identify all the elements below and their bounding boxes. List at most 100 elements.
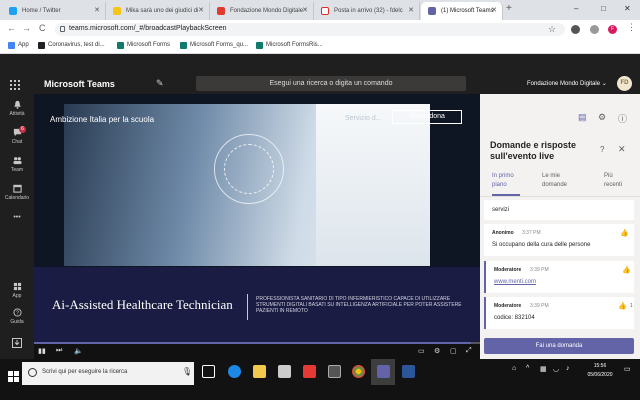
rail-item-activity[interactable]: Attività [0, 100, 34, 117]
progress-bar[interactable] [34, 342, 480, 344]
rail-item-chat[interactable]: 6 Chat [0, 126, 34, 145]
taskbar-clock[interactable]: 15:56 05/06/2020 [580, 362, 620, 380]
rail-label: Attività [9, 111, 25, 117]
settings-icon[interactable]: ⚙ [434, 347, 440, 355]
doctor-figure [316, 104, 430, 266]
app-icon[interactable] [303, 365, 316, 378]
rail-item-apps[interactable]: App [0, 282, 34, 299]
rail-item-calendar[interactable]: Calendario [0, 184, 34, 201]
bookmarks-bar: App Coronavirus, test di... Microsoft Fo… [0, 39, 640, 54]
browser-tab[interactable]: Fondazione Mondo Digitale ✕ [210, 2, 314, 20]
store-icon[interactable] [278, 365, 291, 378]
like-icon[interactable]: 👍 [622, 266, 631, 274]
bookmark-item[interactable]: Microsoft Forms_qu... [180, 42, 248, 49]
profile-avatar[interactable]: F [608, 25, 617, 34]
forms-icon [180, 42, 187, 49]
app-launcher-icon[interactable] [10, 80, 20, 90]
browser-tab[interactable]: Home / Twitter ✕ [2, 2, 106, 20]
chrome-icon[interactable] [352, 365, 365, 378]
avatar[interactable]: FD [617, 76, 632, 91]
bookmark-star-icon[interactable]: ☆ [548, 24, 556, 35]
url-field[interactable]: teams.microsoft.com/_#/broadcastPlayback… [55, 23, 565, 36]
left-rail: Attività 6 Chat Team Calendario ••• App … [0, 94, 34, 359]
search-icon [28, 368, 37, 377]
extension-icon[interactable] [590, 25, 599, 34]
bookmark-item[interactable]: Microsoft FormsRis... [256, 42, 323, 49]
close-tab-icon[interactable]: ✕ [302, 2, 308, 20]
wifi-icon[interactable]: ◡ [553, 365, 559, 373]
windows-start-icon[interactable] [8, 371, 19, 382]
author-name: Moderatore [494, 303, 522, 309]
url-text: teams.microsoft.com/_#/broadcastPlayback… [69, 25, 227, 32]
app-icon[interactable] [328, 365, 341, 378]
extension-icon[interactable] [571, 25, 580, 34]
file-explorer-icon[interactable] [253, 365, 266, 378]
play-pause-icon[interactable]: ▮▮ [38, 347, 46, 355]
bookmark-item[interactable]: App [8, 42, 29, 49]
word-icon[interactable] [402, 365, 415, 378]
microphone-icon[interactable]: 🎙 [182, 367, 192, 376]
gmail-icon [321, 7, 329, 15]
bookmark-item[interactable]: Microsoft Forms [117, 42, 170, 49]
maximize-button[interactable]: □ [601, 4, 606, 13]
chat-panel-icon[interactable]: ▤ [578, 112, 587, 123]
browser-menu-icon[interactable]: ⋮ [627, 22, 636, 33]
tab-my-questions[interactable]: Le mie domande [542, 172, 580, 190]
rail-item-teams[interactable]: Team [0, 156, 34, 173]
volume-tray-icon[interactable]: ♪ [566, 365, 570, 372]
video-frame [64, 104, 430, 266]
close-tab-icon[interactable]: ✕ [198, 2, 204, 20]
close-window-button[interactable]: ✕ [624, 4, 631, 13]
new-tab-button[interactable]: + [506, 3, 512, 14]
back-button[interactable]: ← [7, 23, 16, 33]
list-item: servizi [484, 200, 634, 220]
browser-tab[interactable]: Mika sarà uno dei giudici di ✕ [106, 2, 210, 20]
apps-grid-icon [8, 42, 15, 49]
close-panel-icon[interactable]: ✕ [618, 144, 626, 155]
task-view-icon[interactable] [202, 365, 215, 378]
taskbar-search-input[interactable]: Scrivi qui per eseguire la ricerca 🎙 [22, 362, 194, 385]
captions-icon[interactable]: ▭ [418, 347, 425, 355]
tab-featured[interactable]: In primo piano [492, 172, 522, 190]
reload-button[interactable]: C [39, 23, 46, 33]
download-app-button[interactable] [0, 338, 34, 350]
like-icon[interactable]: 👍 [618, 302, 627, 310]
new-chat-icon[interactable]: ✎ [156, 78, 164, 89]
browser-tab[interactable]: Posta in arrivo (32) - fdelc ✕ [314, 2, 420, 20]
notifications-icon[interactable]: ▭ [624, 365, 631, 373]
close-tab-icon[interactable]: ✕ [94, 2, 100, 20]
teams-taskbar-icon[interactable] [377, 365, 390, 378]
question-text: Si occupano della cura delle persone [492, 242, 591, 248]
fullscreen-icon[interactable]: ⤢ [466, 347, 472, 355]
more-apps-button[interactable]: ••• [0, 214, 34, 221]
forms-icon [117, 42, 124, 49]
leave-button[interactable]: Abbandona [392, 110, 462, 124]
like-icon[interactable]: 👍 [620, 229, 629, 237]
bookmark-item[interactable]: Coronavirus, test di... [38, 42, 105, 49]
forward-button[interactable]: → [22, 23, 31, 33]
tray-chevron-icon[interactable]: ^ [526, 365, 529, 372]
close-tab-icon[interactable]: ✕ [408, 2, 414, 20]
org-switcher[interactable]: Fondazione Mondo Digitale ⌄ [527, 80, 607, 87]
search-input[interactable]: Esegui una ricerca o digita un comando [196, 76, 466, 91]
browser-tab-active[interactable]: (1) Microsoft Teams ✕ [421, 2, 503, 20]
skip-icon[interactable]: ⏭ [56, 347, 62, 355]
network-icon[interactable]: ▦ [540, 365, 547, 373]
people-icon[interactable]: ⌂ [512, 365, 516, 372]
tab-most-recent[interactable]: Più recenti [604, 172, 632, 190]
settings-icon[interactable]: ⚙ [598, 112, 606, 123]
info-icon[interactable]: ⓘ [618, 112, 627, 125]
rail-item-help[interactable]: ? Guida [0, 308, 34, 325]
live-event-video[interactable]: Ambizione Italia per la scuola Servizio … [34, 94, 480, 359]
volume-icon[interactable]: 🔈 [74, 347, 83, 355]
question-text: codice: 832104 [494, 315, 535, 321]
quality-icon[interactable]: ▢ [450, 347, 457, 355]
close-tab-icon[interactable]: ✕ [491, 2, 497, 20]
minimize-button[interactable]: – [574, 4, 578, 13]
teams-group-icon [12, 157, 22, 165]
edge-icon[interactable] [228, 365, 241, 378]
list-item: Anonimo 3:37 PM 👍 Si occupano della cura… [484, 224, 634, 256]
ask-question-button[interactable]: Fai una domanda [484, 338, 634, 354]
link[interactable]: www.menti.com [494, 279, 536, 285]
help-icon[interactable]: ? [600, 145, 604, 154]
